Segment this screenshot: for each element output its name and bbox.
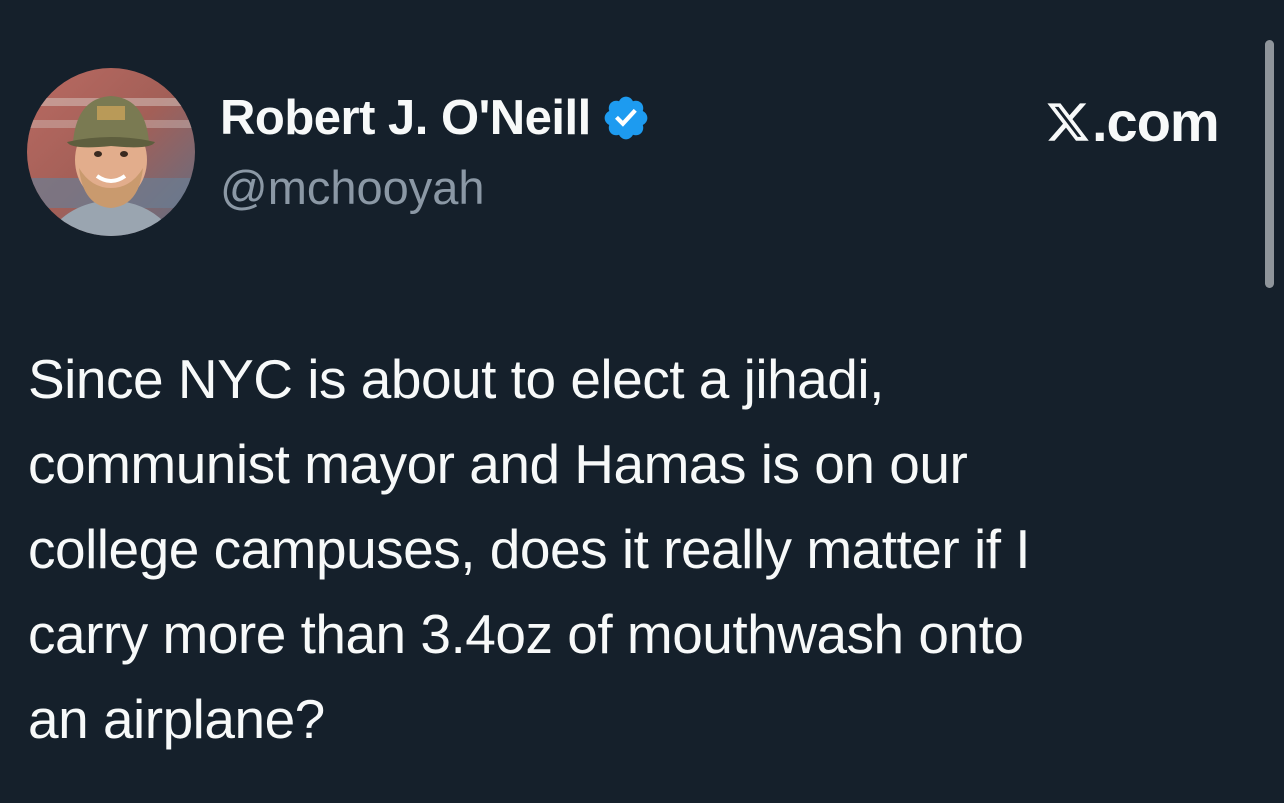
- tweet-text: Since NYC is about to elect a jihadi, co…: [28, 337, 1248, 762]
- site-domain-text: .com: [1092, 90, 1220, 153]
- tweet-line: college campuses, does it really matter …: [28, 518, 1031, 580]
- tweet-line: Since NYC is about to elect a jihadi,: [28, 348, 884, 410]
- author-avatar[interactable]: [27, 68, 195, 236]
- x-logo-icon: [1045, 99, 1091, 145]
- author-display-name[interactable]: Robert J. O'Neill: [220, 88, 651, 148]
- tweet-line: communist mayor and Hamas is on our: [28, 433, 968, 495]
- tweet-line: carry more than 3.4oz of mouthwash onto: [28, 603, 1024, 665]
- profile-photo-icon: [27, 68, 195, 236]
- author-name-text: Robert J. O'Neill: [220, 91, 591, 145]
- tweet-line: an airplane?: [28, 688, 325, 750]
- author-handle[interactable]: @mchooyah: [220, 160, 485, 216]
- verified-badge-icon: [601, 93, 651, 143]
- scrollbar-thumb[interactable]: [1265, 40, 1274, 288]
- tweet-card: Robert J. O'Neill @mchooyah .com Since N…: [0, 0, 1284, 803]
- site-mark: .com: [1045, 90, 1220, 154]
